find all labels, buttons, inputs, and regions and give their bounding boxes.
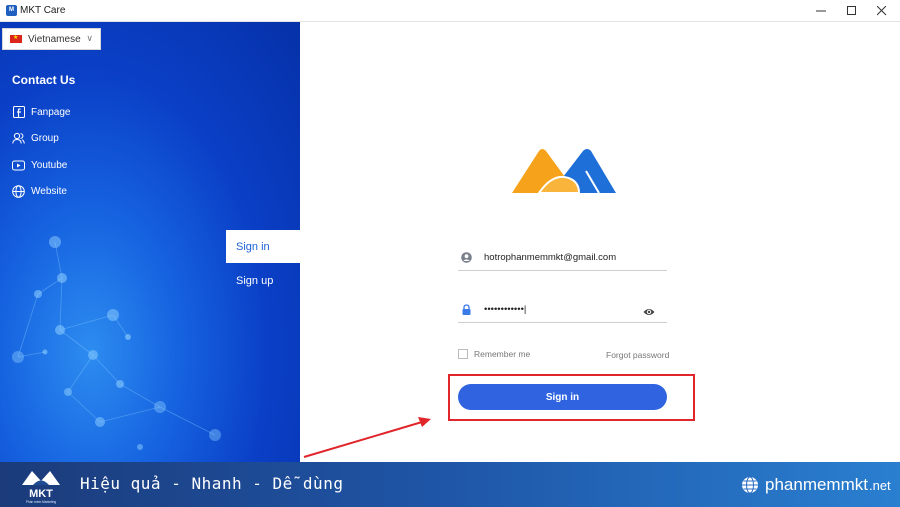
language-label: Vietnamese <box>28 33 81 45</box>
maximize-button[interactable] <box>837 0 867 22</box>
annotation-arrow <box>303 417 431 458</box>
contact-item-label: Website <box>31 185 67 197</box>
app-icon: M <box>6 5 17 16</box>
mkt-banner-logo: MKT Phần mềm Marketing <box>22 471 60 504</box>
banner-logo-subtext: Phần mềm Marketing <box>26 500 57 504</box>
contact-item-label: Group <box>31 132 59 144</box>
globe-icon <box>742 476 758 494</box>
window-title: MKT Care <box>20 5 66 16</box>
checkbox-icon <box>458 349 468 359</box>
remember-me-checkbox[interactable]: Remember me <box>458 349 530 359</box>
contact-item-label: Fanpage <box>31 106 71 118</box>
group-icon <box>12 132 25 145</box>
minimize-button[interactable] <box>806 0 836 22</box>
banner-site-tld: .net <box>868 477 891 493</box>
close-icon <box>877 6 887 16</box>
contact-item-website[interactable]: Website <box>12 183 67 199</box>
banner-website: phanmemmkt .net <box>741 475 891 495</box>
promo-banner: MKT Phần mềm Marketing Hiệu quả - Nhanh … <box>0 462 900 507</box>
close-button[interactable] <box>867 0 897 22</box>
maximize-icon <box>847 6 856 15</box>
contact-item-youtube[interactable]: Youtube <box>12 157 67 173</box>
chevron-down-icon: ∨ <box>86 33 93 43</box>
title-bar: M MKT Care <box>0 0 900 22</box>
tab-sign-up[interactable]: Sign up <box>226 264 300 297</box>
vietnam-flag-icon <box>10 34 22 43</box>
email-input[interactable] <box>484 247 649 267</box>
banner-slogan: Hiệu quả - Nhanh - Dễ dùng <box>80 474 344 493</box>
banner-site-name: phanmemmkt <box>765 475 868 494</box>
lock-icon <box>462 304 471 315</box>
forgot-password-link[interactable]: Forgot password <box>606 350 669 360</box>
password-input[interactable] <box>484 299 649 319</box>
remember-me-label: Remember me <box>474 349 531 359</box>
globe-icon <box>12 184 25 198</box>
mkt-logo <box>512 149 616 194</box>
contact-item-fanpage[interactable]: Fanpage <box>12 104 70 120</box>
minimize-icon <box>816 10 826 12</box>
password-field[interactable] <box>458 297 667 323</box>
contact-item-label: Youtube <box>31 159 68 171</box>
language-select[interactable]: Vietnamese ∨ <box>2 28 101 50</box>
tab-sign-in[interactable]: Sign in <box>226 230 300 263</box>
youtube-icon <box>12 159 25 172</box>
facebook-icon <box>12 106 25 119</box>
app-window: M MKT Care Vietnamese ∨ Contact Us Fanpa… <box>0 0 900 507</box>
contact-item-group[interactable]: Group <box>12 130 59 146</box>
eye-icon[interactable] <box>643 307 655 317</box>
banner-logo-text: MKT <box>29 488 53 500</box>
sign-in-button[interactable]: Sign in <box>458 384 667 410</box>
contact-title: Contact Us <box>12 73 76 87</box>
user-icon <box>461 252 472 263</box>
email-field[interactable] <box>458 245 667 271</box>
